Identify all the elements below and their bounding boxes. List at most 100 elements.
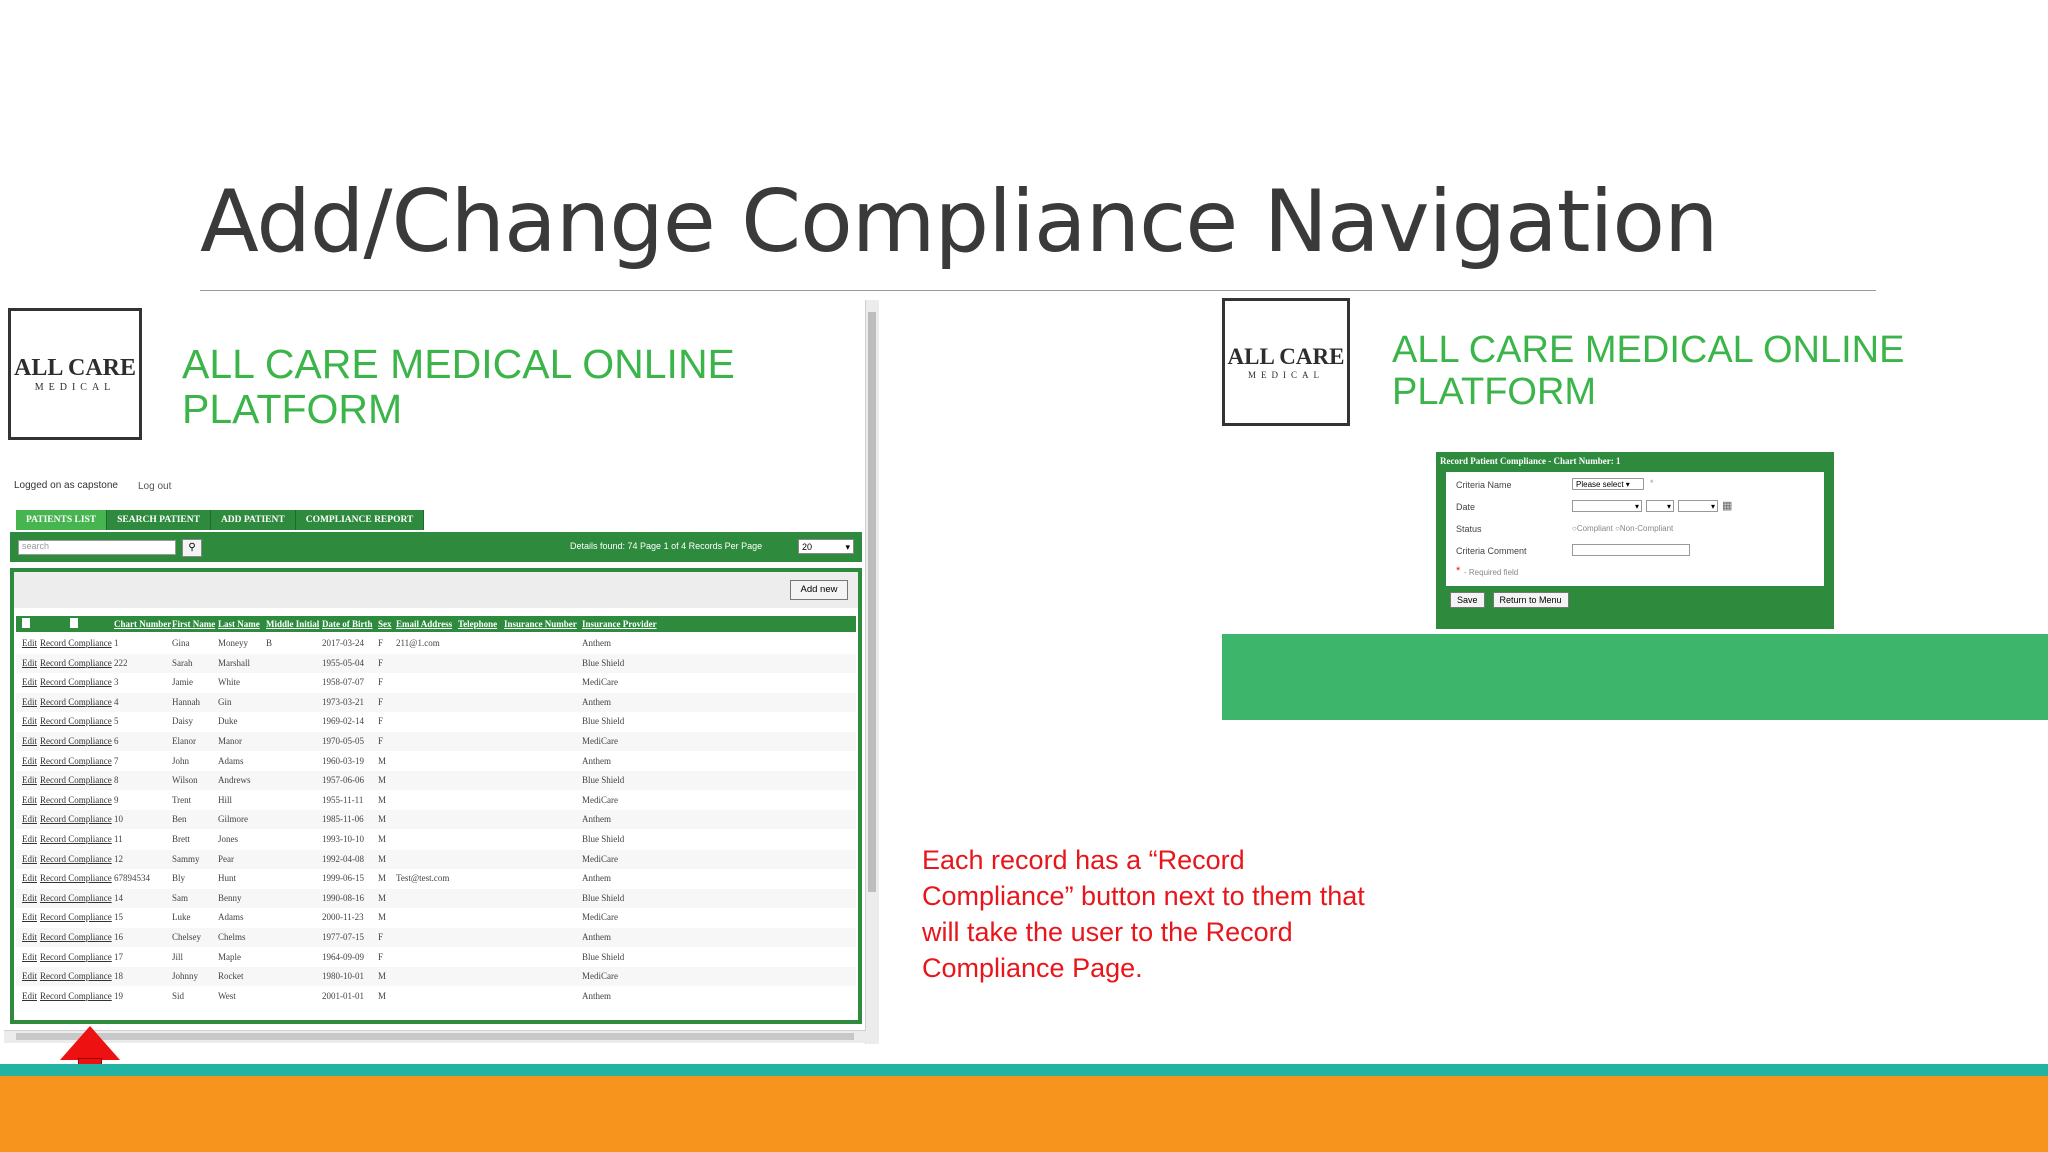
tab-patients-list[interactable]: PATIENTS LIST <box>16 510 108 530</box>
compliance-column-icon <box>70 618 78 628</box>
edit-link[interactable]: Edit <box>22 658 37 668</box>
record-compliance-link[interactable]: Record Compliance <box>40 756 112 766</box>
horizontal-scrollbar[interactable] <box>4 1030 866 1043</box>
edit-link[interactable]: Edit <box>22 834 37 844</box>
logo-text: ALL CARE <box>13 355 137 381</box>
column-header[interactable]: Date of Birth <box>322 619 373 629</box>
cell-first: Gina <box>172 638 190 648</box>
scrollbar-thumb[interactable] <box>868 312 876 892</box>
record-compliance-link[interactable]: Record Compliance <box>40 697 112 707</box>
records-per-page-select[interactable]: 20 ▾ <box>798 539 854 554</box>
cell-provider: Blue Shield <box>582 657 625 668</box>
table-row: Edit Record Compliance 3 Jamie White 1958-07-… <box>16 673 856 692</box>
column-header[interactable]: First Name <box>172 619 215 629</box>
edit-link[interactable]: Edit <box>22 854 37 864</box>
cell-sex: M <box>378 794 387 805</box>
cell-provider: MediCare <box>582 971 618 982</box>
record-compliance-link[interactable]: Record Compliance <box>40 736 112 746</box>
record-compliance-link[interactable]: Record Compliance <box>40 795 112 805</box>
column-header[interactable]: Sex <box>378 619 392 629</box>
table-row: Edit Record Compliance 10 Ben Gilmore 1985-11… <box>16 810 856 830</box>
record-compliance-link[interactable]: Record Compliance <box>40 952 112 962</box>
cell-dob: 1970-05-05 <box>322 736 364 746</box>
criteria-comment-input[interactable] <box>1572 544 1690 556</box>
column-header[interactable]: Insurance Number <box>504 619 577 629</box>
column-header[interactable]: Chart Number <box>114 619 171 629</box>
record-compliance-link[interactable]: Record Compliance <box>40 971 112 981</box>
cell-first: Sammy <box>172 853 200 864</box>
edit-link[interactable]: Edit <box>22 873 37 883</box>
scrollbar-thumb[interactable] <box>16 1033 854 1040</box>
edit-link[interactable]: Edit <box>22 912 37 922</box>
edit-link[interactable]: Edit <box>22 775 37 785</box>
record-compliance-link[interactable]: Record Compliance <box>40 677 112 687</box>
edit-link[interactable]: Edit <box>22 795 37 805</box>
record-compliance-link[interactable]: Record Compliance <box>40 854 112 864</box>
record-compliance-link[interactable]: Record Compliance <box>40 834 112 844</box>
cell-sex: F <box>378 677 384 688</box>
record-compliance-link[interactable]: Record Compliance <box>40 912 112 922</box>
criteria-name-select[interactable]: Please select ▾ <box>1572 478 1644 490</box>
edit-link[interactable]: Edit <box>22 932 37 942</box>
record-compliance-link[interactable]: Record Compliance <box>40 893 112 903</box>
dropdown-arrow-icon: ▾ <box>1634 502 1639 511</box>
record-compliance-link[interactable]: Record Compliance <box>40 873 112 883</box>
edit-link[interactable]: Edit <box>22 638 37 648</box>
table-row: Edit Record Compliance 11 Brett Jones 1993-10… <box>16 830 856 849</box>
record-compliance-link[interactable]: Record Compliance <box>40 638 112 648</box>
add-new-button[interactable]: Add new <box>790 580 848 600</box>
cell-last: Chelms <box>218 932 246 942</box>
cell-dob: 1993-10-10 <box>322 834 364 844</box>
cell-dob: 1990-08-16 <box>322 892 364 903</box>
status-radio-group[interactable]: ○Compliant ○Non-Compliant <box>1572 524 1673 533</box>
edit-link[interactable]: Edit <box>22 677 37 687</box>
edit-link[interactable]: Edit <box>22 697 37 707</box>
date-year-select[interactable]: ▾ <box>1678 500 1718 512</box>
cell-first: Luke <box>172 912 191 923</box>
required-note: - Required field <box>1464 568 1519 577</box>
column-header[interactable]: Last Name <box>218 619 260 629</box>
date-day-select[interactable]: ▾ <box>1646 500 1674 512</box>
tab-add-patient[interactable]: ADD PATIENT <box>210 510 296 530</box>
return-to-menu-button[interactable]: Return to Menu <box>1492 592 1569 608</box>
cell-provider: Anthem <box>582 814 611 825</box>
edit-link[interactable]: Edit <box>22 893 37 903</box>
search-input[interactable]: search <box>18 540 176 555</box>
edit-link[interactable]: Edit <box>22 991 37 1001</box>
record-compliance-link[interactable]: Record Compliance <box>40 775 112 785</box>
vertical-scrollbar[interactable] <box>865 300 879 1044</box>
column-header[interactable]: Email Address <box>396 619 452 629</box>
cell-last: Maple <box>218 951 241 962</box>
edit-link[interactable]: Edit <box>22 952 37 962</box>
logo: ALL CARE MEDICAL <box>8 308 142 440</box>
save-button[interactable]: Save <box>1450 592 1485 608</box>
column-header[interactable]: Middle Initial <box>266 619 319 629</box>
date-label: Date <box>1456 502 1476 512</box>
record-compliance-link[interactable]: Record Compliance <box>40 991 112 1001</box>
edit-link[interactable]: Edit <box>22 736 37 746</box>
cell-email: Test@test.com <box>396 873 450 884</box>
tab-compliance-report[interactable]: COMPLIANCE REPORT <box>295 510 425 530</box>
edit-column-icon <box>22 618 30 628</box>
edit-link[interactable]: Edit <box>22 756 37 766</box>
edit-link[interactable]: Edit <box>22 971 37 981</box>
search-button[interactable]: ⚲ <box>182 539 202 557</box>
column-header[interactable]: Telephone <box>458 619 497 629</box>
record-compliance-link[interactable]: Record Compliance <box>40 716 112 726</box>
edit-link[interactable]: Edit <box>22 716 37 726</box>
table-row: Edit Record Compliance 17 Jill Maple 1964-09-… <box>16 948 856 967</box>
column-header[interactable]: Insurance Provider <box>582 619 657 629</box>
criteria-name-label: Criteria Name <box>1456 480 1512 490</box>
edit-link[interactable]: Edit <box>22 814 37 824</box>
logout-link[interactable]: Log out <box>138 481 171 492</box>
cell-provider: Anthem <box>582 755 611 766</box>
record-compliance-link[interactable]: Record Compliance <box>40 658 112 668</box>
cell-first: Johnny <box>172 971 199 982</box>
calendar-icon[interactable]: ▦ <box>1722 499 1732 512</box>
tab-search-patient[interactable]: SEARCH PATIENT <box>107 510 211 530</box>
app-title-line1: ALL CARE MEDICAL ONLINE <box>1392 329 1905 371</box>
record-compliance-link[interactable]: Record Compliance <box>40 814 112 824</box>
record-compliance-link[interactable]: Record Compliance <box>40 932 112 942</box>
table-row: Edit Record Compliance 19 Sid West 2001-01-01… <box>16 987 856 1006</box>
date-month-select[interactable]: ▾ <box>1572 500 1642 512</box>
